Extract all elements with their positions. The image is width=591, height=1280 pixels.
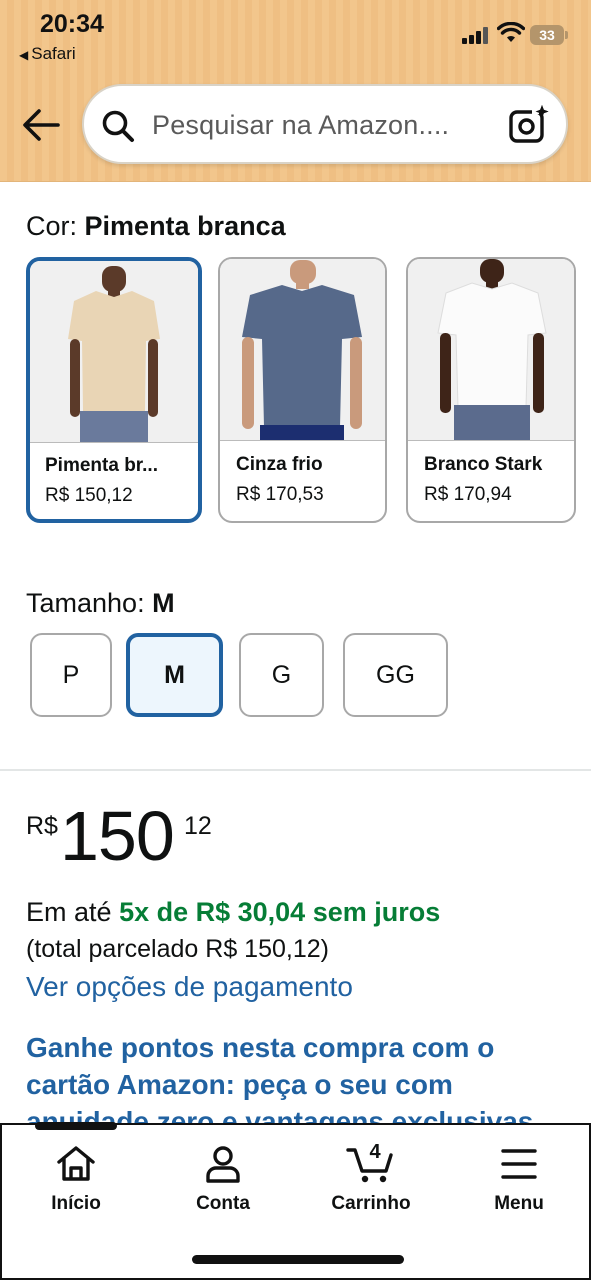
payment-options-link[interactable]: Ver opções de pagamento [26,971,353,1003]
bottom-navigation: Início Conta 4 Carrinho Menu [0,1122,591,1280]
selected-color: Pimenta branca [84,211,286,241]
color-option-price: R$ 170,53 [236,484,324,505]
size-heading: Tamanho: M [26,588,175,619]
product-image [30,261,198,443]
installments-line: Em até 5x de R$ 30,04 sem juros [26,897,440,928]
tshirt-model-image [30,261,198,442]
nav-cart[interactable]: 4 Carrinho [311,1141,431,1215]
section-divider [0,769,591,771]
product-image [220,259,385,441]
nav-cart-label: Carrinho [331,1193,411,1214]
color-option-price: R$ 170,94 [424,484,512,505]
size-label: Tamanho: [26,588,145,618]
search-placeholder: Pesquisar na Amazon.... [152,110,450,140]
price-cents: 12 [184,812,212,840]
top-header: 20:34 ◀ Safari 33 Pesquisar na Amazon.... [0,0,591,182]
color-heading: Cor: Pimenta branca [26,211,286,242]
active-tab-indicator [35,1122,117,1130]
camera-search-icon[interactable] [508,104,550,146]
selected-size: M [152,588,175,618]
menu-icon [501,1149,537,1179]
color-option-name: Pimenta br... [45,455,158,476]
color-option-name: Cinza frio [236,454,323,475]
color-option-price: R$ 150,12 [45,485,133,506]
price-whole: 150 [60,797,175,875]
back-app-label: Safari [31,44,76,63]
home-indicator-bar [192,1255,404,1264]
nav-home-label: Início [51,1193,101,1214]
nav-menu-label: Menu [494,1193,544,1214]
nav-menu[interactable]: Menu [459,1143,579,1215]
signal-icon [462,26,490,44]
back-to-safari-link[interactable]: ◀ Safari [19,44,76,64]
back-arrow-icon[interactable] [20,104,62,146]
installments-highlight: 5x de R$ 30,04 sem juros [119,897,441,927]
color-option-pimenta-branca[interactable]: Pimenta br... R$ 150,12 [26,257,202,523]
search-icon [102,110,134,142]
color-option-branco-stark[interactable]: Branco Stark R$ 170,94 [406,257,576,523]
battery-icon: 33 [530,25,568,45]
account-icon [206,1146,240,1183]
battery-level: 33 [539,27,555,43]
product-image [408,259,574,441]
tshirt-model-image [408,259,574,440]
color-label: Cor: [26,211,78,241]
nav-home[interactable]: Início [16,1143,136,1215]
size-option-gg[interactable]: GG [343,633,448,717]
search-bar[interactable]: Pesquisar na Amazon.... [82,84,568,164]
wifi-icon [497,22,525,42]
size-option-g[interactable]: G [239,633,324,717]
size-option-p[interactable]: P [30,633,112,717]
color-option-cinza-frio[interactable]: Cinza frio R$ 170,53 [218,257,387,523]
nav-account[interactable]: Conta [163,1143,283,1215]
cart-count-badge: 4 [369,1141,381,1163]
price-currency: R$ [26,812,58,840]
tshirt-model-image [220,259,385,440]
color-option-name: Branco Stark [424,454,543,475]
status-time: 20:34 [40,10,104,38]
home-icon [57,1146,95,1181]
installments-total: (total parcelado R$ 150,12) [26,935,329,963]
nav-account-label: Conta [196,1193,250,1214]
installments-prefix: Em até [26,897,112,927]
size-option-m[interactable]: M [126,633,223,717]
